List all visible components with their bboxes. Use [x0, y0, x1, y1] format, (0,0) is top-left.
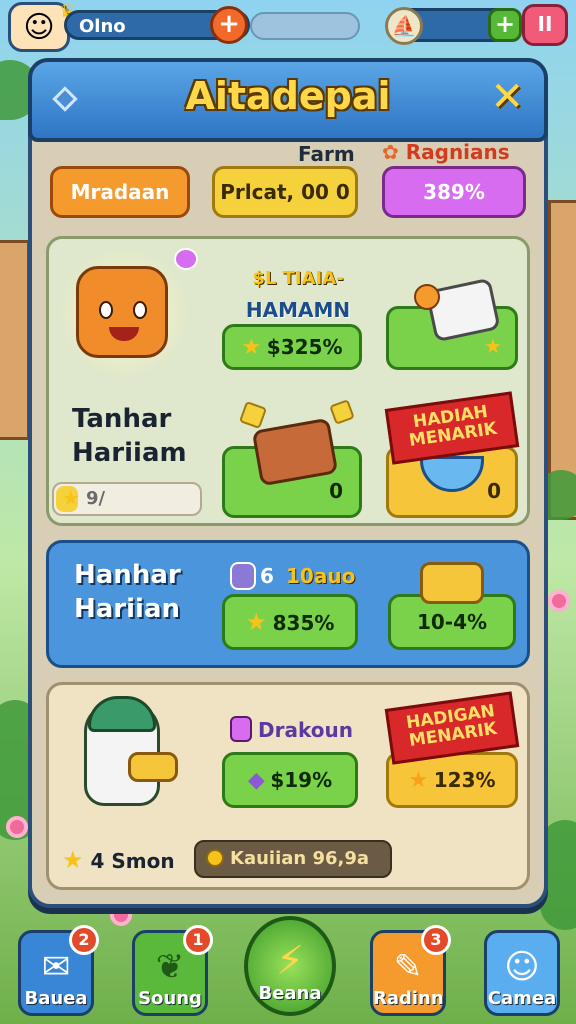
nav-quests[interactable]: ✎ Radinn 3 [370, 925, 451, 1016]
daily-label-line2: Hariiam [72, 438, 187, 468]
nav-mail[interactable]: ✉ Bauea 2 [18, 925, 99, 1016]
lightning-icon: ⚡ [275, 938, 305, 984]
cheese-block-icon [128, 752, 178, 782]
player-name: Olno [79, 16, 126, 37]
nav-farm[interactable]: ❦ Soung 1 [132, 925, 213, 1016]
weekly-header-text: 10auo [286, 564, 356, 588]
potion-icon [230, 716, 252, 742]
rank-icon: ✿ [382, 140, 399, 164]
weekly-claim-value: 835% [272, 611, 335, 635]
house-left [0, 240, 30, 440]
event-title-top: $L TIAIA- [252, 268, 344, 289]
event-claim-button[interactable]: ★ $325% [222, 324, 362, 370]
weekly-count: 6 [260, 564, 274, 588]
flower [548, 590, 570, 612]
weekly-chest-value: 10-4% [416, 610, 488, 634]
farm-label: Farm [298, 142, 355, 166]
progress-text: 9/ [86, 488, 106, 509]
shield-badge-icon [230, 562, 256, 590]
rank-label-text: Ragnians [405, 140, 510, 164]
nav-label: Radinn [373, 988, 444, 1009]
special-reward-value: 123% [433, 768, 496, 792]
notification-badge: 1 [183, 925, 213, 955]
weekly-label-line2: Hariian [74, 594, 181, 624]
stat-pill-purple[interactable]: 389% [382, 166, 526, 218]
daily-label-line1: Tanhar [72, 404, 172, 434]
add-energy-button[interactable]: + [210, 6, 248, 44]
nav-label: Beana [258, 983, 322, 1004]
nav-social[interactable]: ☺ Camea [484, 930, 560, 1016]
weekly-claim-button[interactable]: ★ 835% [222, 594, 358, 650]
rewards-panel: Aitadepai ✕ Farm ✿ Ragnians Mradaan Prlc… [28, 58, 548, 908]
nav-label: Bauea [24, 988, 88, 1009]
resource-bar [250, 12, 360, 40]
flower [6, 816, 28, 838]
stat-pill-orange[interactable]: Mradaan [50, 166, 190, 218]
special-claim-button[interactable]: ◆ $19% [222, 752, 358, 808]
gem-icon: ◆ [247, 768, 265, 793]
face-icon: ☺ [504, 947, 540, 987]
star-icon: ★ [484, 334, 502, 358]
orange-fruit-icon [414, 284, 440, 310]
star-icon: ★ [245, 608, 268, 636]
star-icon: ★ [62, 846, 84, 874]
gold-chest-icon [420, 562, 484, 604]
nav-play[interactable]: ⚡ Beana [244, 916, 336, 1016]
notification-badge: 3 [421, 925, 451, 955]
nav-label: Camea [487, 988, 557, 1009]
mascot-eye [99, 301, 113, 319]
event-title-bottom: HAMAMN [245, 298, 351, 322]
star-icon: ★ [241, 335, 262, 360]
coin-text: Kauiian 96,9a [230, 848, 370, 869]
star-icon: ★ [408, 768, 429, 793]
pause-button[interactable]: II [522, 4, 568, 46]
notification-badge: 2 [69, 925, 99, 955]
stars-row: ★ 4 Smon [62, 846, 175, 874]
player-avatar[interactable]: ☺ ♛ [8, 1, 75, 52]
panel-title: Aitadepai [185, 74, 391, 118]
speech-bubble-icon [174, 248, 198, 270]
coin-icon [206, 849, 224, 867]
special-claim-value: $19% [270, 768, 333, 792]
boy-face-icon: ☺ [23, 9, 55, 45]
special-badge-title: Drakoun [258, 718, 353, 742]
orange-mascot [76, 266, 168, 358]
chest-item-count: 0 [329, 479, 343, 503]
star-icon: ★ [62, 486, 80, 510]
stat-pill-yellow[interactable]: Prlcat, 00 0 [212, 166, 358, 218]
close-button[interactable]: ✕ [490, 74, 524, 120]
bonus-item-count: 0 [487, 479, 501, 503]
panel-header: Aitadepai ✕ [28, 58, 548, 142]
mascot-eye [133, 301, 147, 319]
stars-text: 4 Smon [90, 849, 175, 873]
event-claim-value: $325% [266, 335, 343, 359]
mascot-mouth [109, 327, 139, 341]
sail-coin-icon: ⛵ [385, 7, 423, 45]
rank-label: ✿ Ragnians [382, 140, 510, 164]
add-currency-button[interactable]: + [488, 8, 522, 42]
weekly-label-line1: Hanhar [74, 560, 181, 590]
nav-label: Soung [138, 988, 202, 1009]
daily-progress-bar: ★ 9/ [52, 482, 202, 516]
top-bar: ☺ ♛ Olno + ⛵ + II [0, 0, 576, 52]
coin-counter: Kauiian 96,9a [194, 840, 392, 878]
